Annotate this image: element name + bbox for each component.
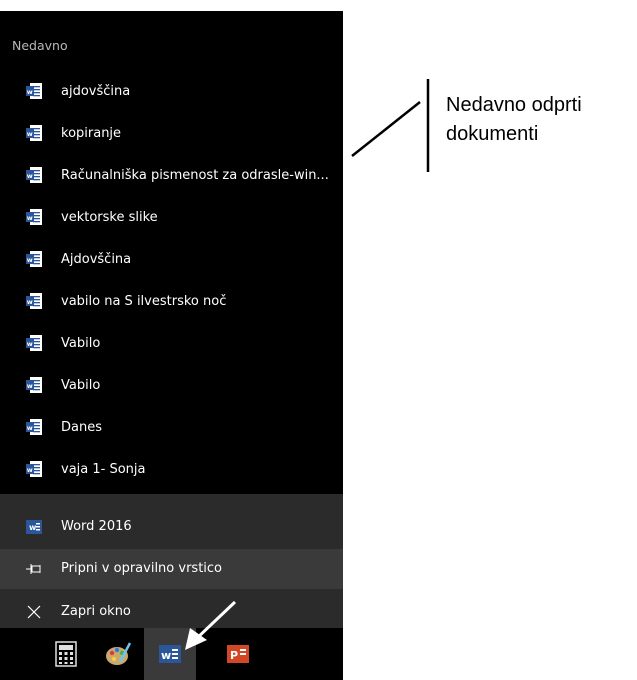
annotation-line-1: Nedavno odprti <box>446 94 582 116</box>
arrow-shaft <box>193 600 237 642</box>
annotation-text: Nedavno odprti dokumenti <box>446 91 582 149</box>
annotation-line-2: dokumenti <box>446 123 539 145</box>
